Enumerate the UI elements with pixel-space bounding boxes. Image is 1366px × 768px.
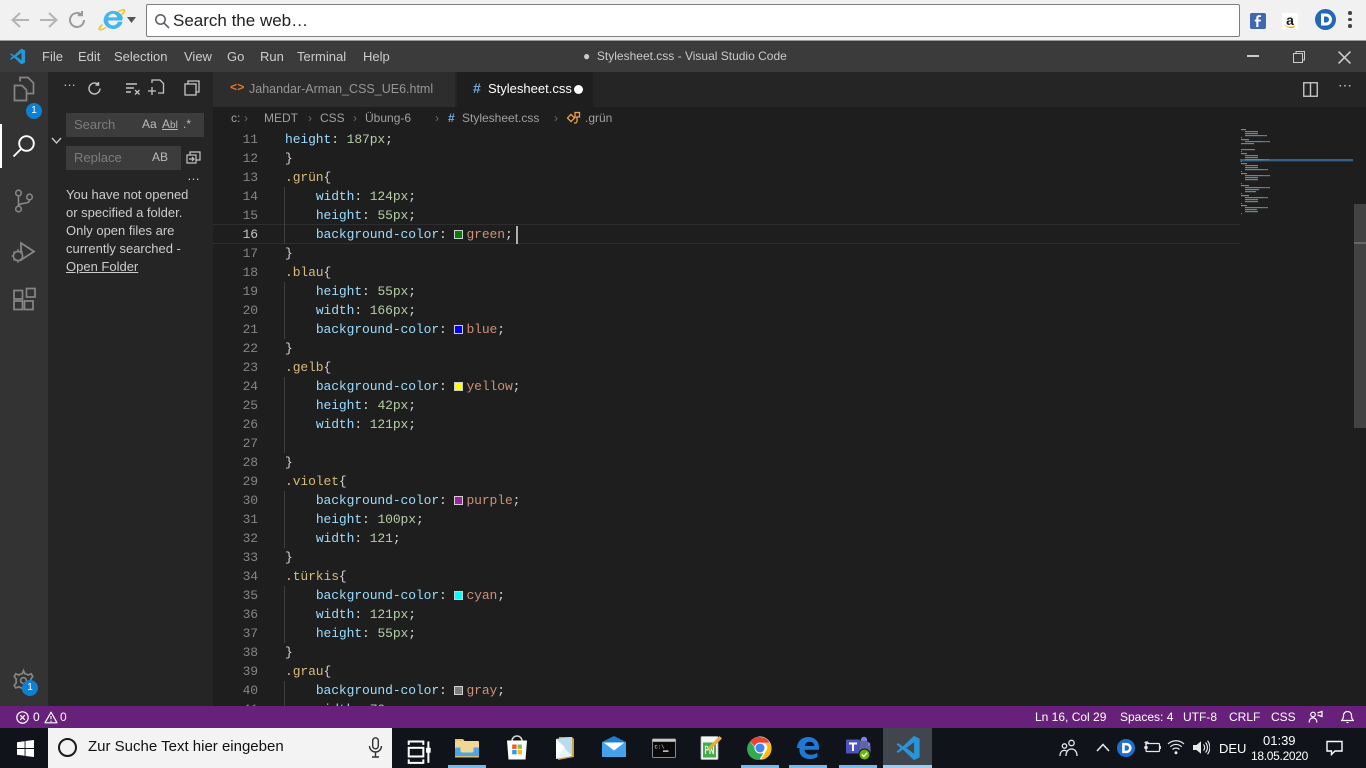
svg-text:C:\: C:\ <box>655 744 665 751</box>
svg-text:a: a <box>1286 13 1294 28</box>
